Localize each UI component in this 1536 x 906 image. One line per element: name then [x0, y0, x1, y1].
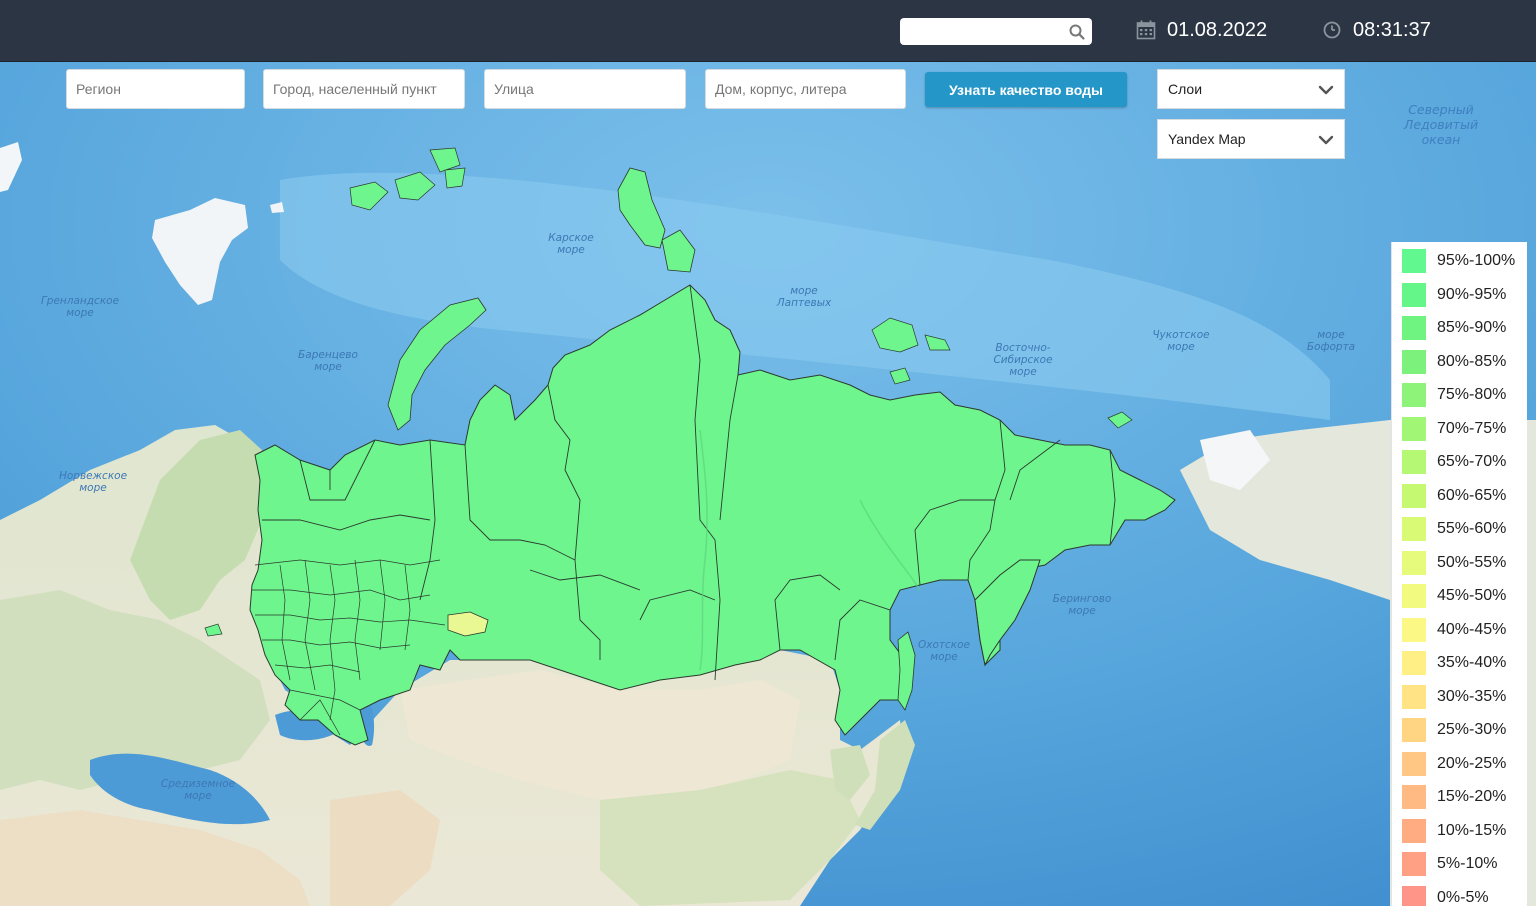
legend-item: 15%-20% [1402, 783, 1526, 809]
sea-label-mediterranean: Средиземное море [160, 778, 236, 802]
legend-item: 35%-40% [1402, 649, 1526, 675]
sea-label-kara: Карское море [548, 232, 594, 256]
legend-label: 0%-5% [1437, 888, 1489, 906]
legend-item: 5%-10% [1402, 850, 1526, 876]
legend-swatch [1402, 282, 1426, 307]
sea-label-bering: Берингово море [1052, 593, 1112, 617]
legend-item: 85%-90% [1402, 314, 1526, 340]
legend-swatch [1402, 885, 1426, 906]
sea-label-northern-ocean: Северный Ледовитый океан [1403, 102, 1479, 147]
legend-swatch [1402, 718, 1426, 742]
search-icon[interactable] [1068, 23, 1086, 41]
legend-item: 20%-25% [1402, 750, 1526, 776]
house-input[interactable] [705, 69, 906, 109]
legend-swatch [1402, 550, 1426, 575]
sea-label-east-siberian: Восточно- Сибирское море [993, 342, 1053, 378]
top-search-input[interactable] [906, 21, 1068, 44]
legend-item: 45%-50% [1402, 582, 1526, 608]
sea-label-laptev: море Лаптевых [776, 285, 832, 309]
legend-label: 85%-90% [1437, 319, 1507, 336]
legend-label: 50%-55% [1437, 553, 1507, 571]
sea-label-okhotsk: Охотское море [917, 639, 971, 663]
legend-item: 30%-35% [1402, 683, 1526, 709]
legend-label: 70%-75% [1437, 419, 1507, 437]
sea-label-barents: Баренцево море [298, 349, 358, 373]
legend-label: 55%-60% [1437, 520, 1507, 537]
legend-item: 60%-65% [1402, 482, 1526, 508]
legend-label: 90%-95% [1437, 285, 1507, 303]
legend-swatch [1402, 450, 1426, 474]
legend-label: 10%-15% [1437, 821, 1507, 839]
legend-label: 65%-70% [1437, 453, 1507, 470]
check-water-quality-button[interactable]: Узнать качество воды [925, 72, 1127, 107]
legend-item: 80%-85% [1402, 348, 1526, 374]
city-input[interactable] [263, 69, 465, 109]
legend-swatch [1402, 617, 1426, 642]
legend-item: 70%-75% [1402, 415, 1526, 441]
legend-item: 25%-30% [1402, 716, 1526, 742]
date-text: 01.08.2022 [1167, 19, 1268, 41]
sea-label-beaufort: море Бофорта [1306, 329, 1356, 353]
basemap-dropdown[interactable]: Yandex Map [1157, 119, 1345, 159]
legend-swatch [1402, 785, 1426, 809]
legend: 95%-100% 90%-95% 85%-90% 80%-85% 75%-80%… [1391, 242, 1527, 906]
legend-swatch [1402, 852, 1426, 876]
calendar-icon [1136, 20, 1156, 40]
layers-dropdown[interactable]: Слои [1157, 69, 1345, 109]
chevron-down-icon [1318, 135, 1334, 145]
legend-item: 65%-70% [1402, 448, 1526, 474]
legend-swatch [1402, 316, 1426, 340]
legend-swatch [1402, 483, 1426, 508]
legend-item: 0%-5% [1402, 884, 1526, 906]
sea-label-greenland: Гренландское море [40, 295, 120, 319]
top-bar: 01.08.2022 08:31:37 [0, 0, 1536, 62]
legend-swatch [1402, 651, 1426, 675]
time-text: 08:31:37 [1353, 19, 1431, 41]
legend-label: 30%-35% [1437, 687, 1507, 705]
legend-label: 35%-40% [1437, 654, 1507, 671]
legend-swatch [1402, 383, 1426, 407]
legend-label: 45%-50% [1437, 587, 1507, 604]
legend-swatch [1402, 684, 1426, 709]
legend-label: 95%-100% [1437, 252, 1516, 269]
legend-item: 40%-45% [1402, 616, 1526, 642]
legend-item: 10%-15% [1402, 817, 1526, 843]
top-search-box[interactable] [900, 18, 1092, 45]
legend-label: 40%-45% [1437, 620, 1507, 638]
legend-swatch [1402, 349, 1426, 374]
legend-label: 20%-25% [1437, 754, 1507, 772]
clock-icon [1323, 21, 1341, 39]
legend-label: 15%-20% [1437, 788, 1507, 805]
water-quality-map-app: Северный Ледовитый океан Карское море мо… [0, 0, 1536, 906]
legend-item: 90%-95% [1402, 281, 1526, 307]
legend-label: 80%-85% [1437, 352, 1507, 370]
chevron-down-icon [1318, 85, 1334, 95]
legend-swatch [1402, 517, 1426, 541]
region-input[interactable] [66, 69, 245, 109]
legend-item: 95%-100% [1402, 247, 1526, 273]
legend-swatch [1402, 751, 1426, 776]
legend-label: 60%-65% [1437, 486, 1507, 504]
legend-swatch [1402, 584, 1426, 608]
legend-swatch [1402, 249, 1426, 273]
layers-dropdown-value: Слои [1168, 81, 1203, 97]
legend-label: 5%-10% [1437, 855, 1498, 872]
legend-item: 75%-80% [1402, 381, 1526, 407]
basemap-dropdown-value: Yandex Map [1168, 131, 1246, 147]
street-input[interactable] [484, 69, 686, 109]
sea-label-norwegian: Норвежское море [58, 470, 128, 494]
legend-swatch [1402, 416, 1426, 441]
legend-swatch [1402, 818, 1426, 843]
legend-item: 55%-60% [1402, 515, 1526, 541]
sea-label-chukchi: Чукотское море [1152, 329, 1210, 353]
legend-label: 75%-80% [1437, 386, 1507, 403]
legend-item: 50%-55% [1402, 549, 1526, 575]
legend-label: 25%-30% [1437, 721, 1507, 738]
